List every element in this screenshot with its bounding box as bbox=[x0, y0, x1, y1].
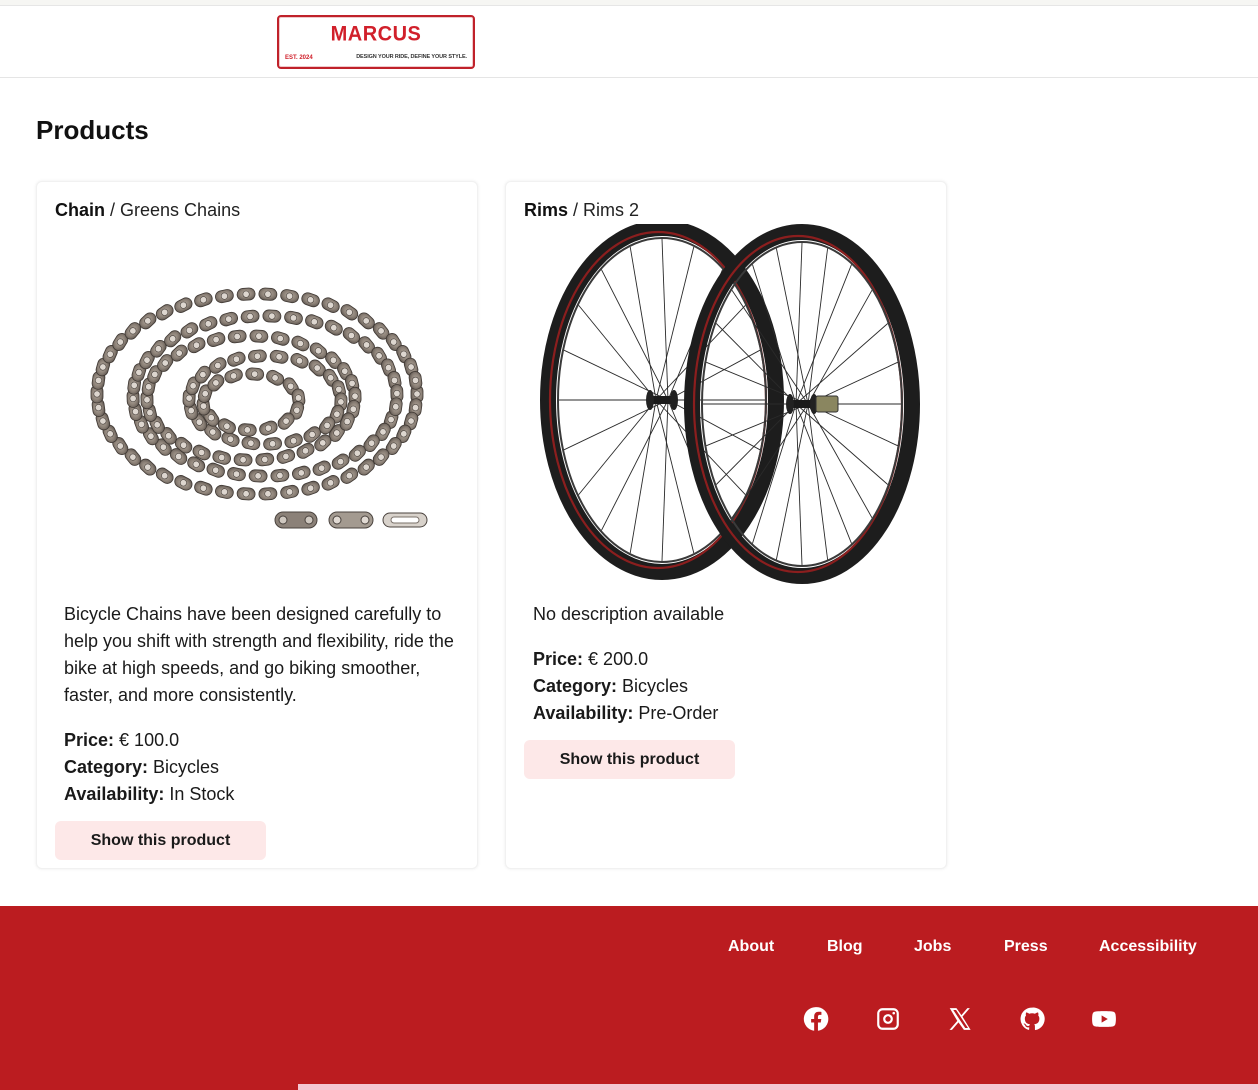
price-row: Price: € 200.0 bbox=[533, 646, 718, 673]
instagram-icon[interactable] bbox=[875, 1006, 901, 1032]
x-icon[interactable] bbox=[947, 1006, 973, 1032]
show-product-button[interactable]: Show this product bbox=[524, 740, 735, 779]
category-value: Bicycles bbox=[153, 757, 220, 777]
facebook-icon[interactable] bbox=[803, 1006, 829, 1032]
product-breadcrumb: Rims / Rims 2 bbox=[524, 200, 640, 220]
show-product-button[interactable]: Show this product bbox=[55, 821, 266, 860]
price-label: Price: bbox=[533, 649, 584, 669]
category-value: Bicycles bbox=[622, 676, 689, 696]
bicycle-chain-image bbox=[55, 224, 459, 584]
site-footer: About Blog Jobs Press Accessibility bbox=[0, 906, 1258, 1090]
product-name: Rims 2 bbox=[583, 200, 640, 220]
availability-row: Availability: In Stock bbox=[64, 781, 234, 808]
product-category: Rims bbox=[524, 200, 569, 220]
footer-link-accessibility[interactable]: Accessibility bbox=[1099, 938, 1197, 956]
footer-nav: About Blog Jobs Press Accessibility bbox=[0, 938, 1258, 958]
price-label: Price: bbox=[64, 730, 115, 750]
marcus-logo[interactable]: MARCUS EST. 2024 DESIGN YOUR RIDE, DEFIN… bbox=[277, 15, 475, 69]
logo-name: MARCUS bbox=[330, 22, 422, 46]
price-value: € 200.0 bbox=[588, 649, 649, 669]
footer-link-blog[interactable]: Blog bbox=[827, 938, 863, 956]
price-row: Price: € 100.0 bbox=[64, 727, 234, 754]
price-value: € 100.0 bbox=[119, 730, 180, 750]
site-header: MARCUS EST. 2024 DESIGN YOUR RIDE, DEFIN… bbox=[0, 6, 1258, 78]
chain-illustration bbox=[90, 287, 428, 529]
category-label: Category: bbox=[533, 676, 618, 696]
category-label: Category: bbox=[64, 757, 149, 777]
product-description: Bicycle Chains have been designed carefu… bbox=[64, 604, 454, 705]
logo-est: EST. 2024 bbox=[285, 55, 313, 61]
footer-link-about[interactable]: About bbox=[728, 938, 774, 956]
rims-illustration bbox=[540, 220, 920, 584]
product-breadcrumb: Chain / Greens Chains bbox=[55, 200, 241, 220]
category-row: Category: Bicycles bbox=[64, 754, 234, 781]
bottom-bar bbox=[298, 1084, 1258, 1090]
logo-tagline: DESIGN YOUR RIDE, DEFINE YOUR STYLE. bbox=[356, 54, 467, 60]
footer-link-jobs[interactable]: Jobs bbox=[914, 938, 951, 956]
availability-label: Availability: bbox=[64, 784, 165, 804]
youtube-icon[interactable] bbox=[1091, 1006, 1117, 1032]
availability-label: Availability: bbox=[533, 703, 634, 723]
product-category: Chain bbox=[55, 200, 106, 220]
category-row: Category: Bicycles bbox=[533, 673, 718, 700]
product-meta: Price: € 100.0 Category: Bicycles Availa… bbox=[64, 727, 234, 808]
product-card: Chain / Greens Chains Bicycle Chains hav… bbox=[36, 181, 478, 869]
product-meta: Price: € 200.0 Category: Bicycles Availa… bbox=[533, 646, 718, 727]
product-name: Greens Chains bbox=[120, 200, 241, 220]
footer-link-press[interactable]: Press bbox=[1004, 938, 1048, 956]
github-icon[interactable] bbox=[1019, 1006, 1045, 1032]
product-description: No description available bbox=[533, 604, 725, 624]
availability-row: Availability: Pre-Order bbox=[533, 700, 718, 727]
product-card: Rims / Rims 2 No description available P… bbox=[505, 181, 947, 869]
availability-value: In Stock bbox=[169, 784, 235, 804]
availability-value: Pre-Order bbox=[638, 703, 719, 723]
page-title: Products bbox=[36, 115, 149, 145]
bicycle-rims-image bbox=[524, 220, 928, 584]
